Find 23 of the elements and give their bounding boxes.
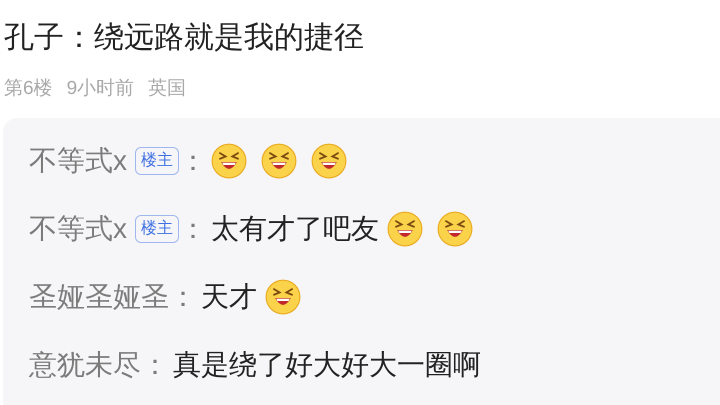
laughing-face-icon: [265, 279, 301, 315]
laughing-face-icon: [261, 143, 297, 179]
colon: ：: [169, 280, 197, 314]
reply-text: 太有才了吧友: [211, 212, 379, 246]
laughing-face-icon: [437, 211, 473, 247]
colon: ：: [141, 348, 169, 382]
post-time: 9小时前: [66, 77, 134, 101]
laughing-face-icon: [311, 143, 347, 179]
floor-number: 第6楼: [4, 77, 53, 101]
reply-author[interactable]: 不等式x: [29, 209, 127, 249]
laughing-face-icon: [387, 211, 423, 247]
op-badge: 楼主: [135, 147, 179, 175]
op-badge: 楼主: [135, 215, 179, 243]
laughing-face-icon: [211, 143, 247, 179]
reply-author[interactable]: 不等式x: [29, 141, 127, 181]
colon: ：: [179, 144, 207, 178]
reply-text: 真是绕了好大好大一圈啊: [173, 348, 481, 382]
reply-author[interactable]: 圣娅圣娅圣: [29, 277, 169, 317]
reply-author[interactable]: 意犹未尽: [29, 345, 141, 385]
colon: ：: [179, 212, 207, 246]
post-text: 孔子：绕远路就是我的捷径: [4, 20, 364, 56]
post-location: 英国: [148, 77, 186, 101]
reply-text: 天才: [201, 280, 257, 314]
